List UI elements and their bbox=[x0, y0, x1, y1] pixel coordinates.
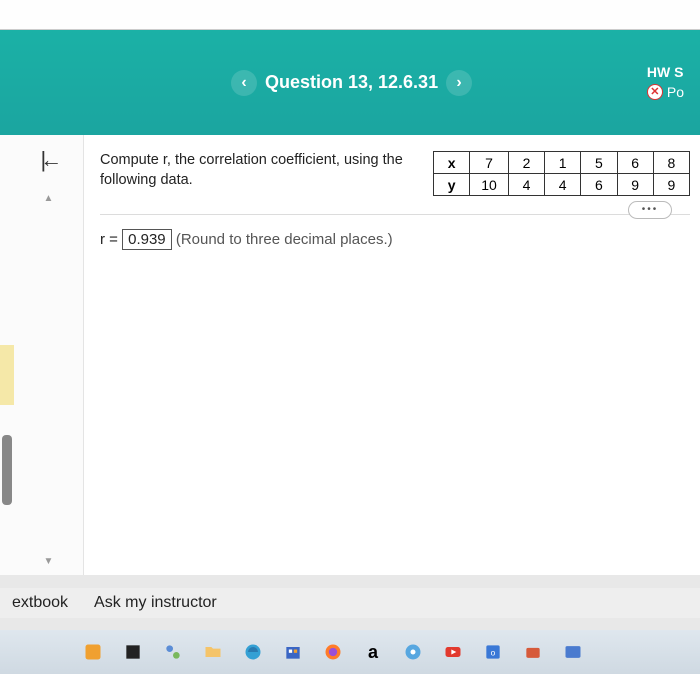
more-options-button[interactable]: ••• bbox=[628, 201, 672, 219]
question-title: Question 13, 12.6.31 bbox=[265, 72, 438, 93]
taskbar-app-icon[interactable] bbox=[120, 639, 146, 665]
scroll-thumb[interactable] bbox=[2, 435, 12, 505]
table-cell: 4 bbox=[508, 174, 544, 196]
table-cell: 5 bbox=[581, 152, 617, 174]
next-question-button[interactable]: › bbox=[446, 70, 472, 96]
chevron-right-icon: › bbox=[456, 74, 461, 92]
divider bbox=[100, 214, 690, 215]
taskbar-text-icon[interactable]: a bbox=[360, 639, 386, 665]
data-table: x 7 2 1 5 6 8 y 10 4 4 6 9 9 bbox=[433, 151, 690, 196]
answer-prefix: r = bbox=[100, 231, 118, 248]
table-row-y-label: y bbox=[434, 174, 470, 196]
table-cell: 1 bbox=[545, 152, 581, 174]
table-cell: 8 bbox=[653, 152, 689, 174]
content-body: |← ▲ ▼ Compute r, the correlation coeffi… bbox=[0, 135, 700, 575]
left-gutter bbox=[0, 135, 14, 575]
taskbar-app-icon[interactable] bbox=[160, 639, 186, 665]
taskbar-chrome-icon[interactable] bbox=[400, 639, 426, 665]
question-header: ‹ Question 13, 12.6.31 › HW S ✕ Po bbox=[0, 30, 700, 135]
highlight-strip bbox=[0, 345, 14, 405]
table-cell: 2 bbox=[508, 152, 544, 174]
close-circle-icon: ✕ bbox=[647, 84, 663, 100]
taskbar-app-icon[interactable] bbox=[80, 639, 106, 665]
table-cell: 10 bbox=[470, 174, 509, 196]
taskbar-app-icon[interactable] bbox=[520, 639, 546, 665]
side-column: |← ▲ ▼ bbox=[14, 135, 84, 575]
table-cell: 9 bbox=[653, 174, 689, 196]
taskbar-app-icon[interactable] bbox=[560, 639, 586, 665]
hw-score-line2: Po bbox=[667, 83, 684, 103]
answer-line: r = 0.939 (Round to three decimal places… bbox=[100, 229, 690, 250]
os-taskbar: a o bbox=[0, 630, 700, 674]
table-cell: 6 bbox=[581, 174, 617, 196]
taskbar-youtube-icon[interactable] bbox=[440, 639, 466, 665]
taskbar-edge-icon[interactable] bbox=[240, 639, 266, 665]
question-nav: ‹ Question 13, 12.6.31 › bbox=[231, 70, 472, 96]
table-row-x-label: x bbox=[434, 152, 470, 174]
ask-instructor-link[interactable]: Ask my instructor bbox=[94, 594, 217, 612]
up-triangle-icon[interactable]: ▲ bbox=[44, 193, 54, 204]
prev-question-button[interactable]: ‹ bbox=[231, 70, 257, 96]
table-cell: 6 bbox=[617, 152, 653, 174]
taskbar-folder-icon[interactable] bbox=[200, 639, 226, 665]
answer-hint: (Round to three decimal places.) bbox=[176, 231, 393, 248]
taskbar-store-icon[interactable] bbox=[280, 639, 306, 665]
down-triangle-icon[interactable]: ▼ bbox=[44, 556, 54, 567]
window-top-strip bbox=[0, 0, 700, 30]
table-cell: 4 bbox=[545, 174, 581, 196]
taskbar-app-icon[interactable]: o bbox=[480, 639, 506, 665]
footer-links: extbook Ask my instructor bbox=[0, 588, 700, 618]
svg-text:o: o bbox=[491, 647, 496, 657]
hw-score-line1: HW S bbox=[647, 63, 684, 83]
table-cell: 7 bbox=[470, 152, 509, 174]
answer-input[interactable]: 0.939 bbox=[122, 229, 172, 250]
table-cell: 9 bbox=[617, 174, 653, 196]
chevron-left-icon: ‹ bbox=[241, 74, 246, 92]
textbook-link[interactable]: extbook bbox=[12, 594, 68, 612]
back-to-start-icon[interactable]: |← bbox=[41, 147, 57, 173]
question-content: Compute r, the correlation coefficient, … bbox=[84, 135, 700, 575]
taskbar-firefox-icon[interactable] bbox=[320, 639, 346, 665]
hw-score-block: HW S ✕ Po bbox=[647, 63, 684, 102]
question-prompt: Compute r, the correlation coefficient, … bbox=[100, 151, 415, 190]
